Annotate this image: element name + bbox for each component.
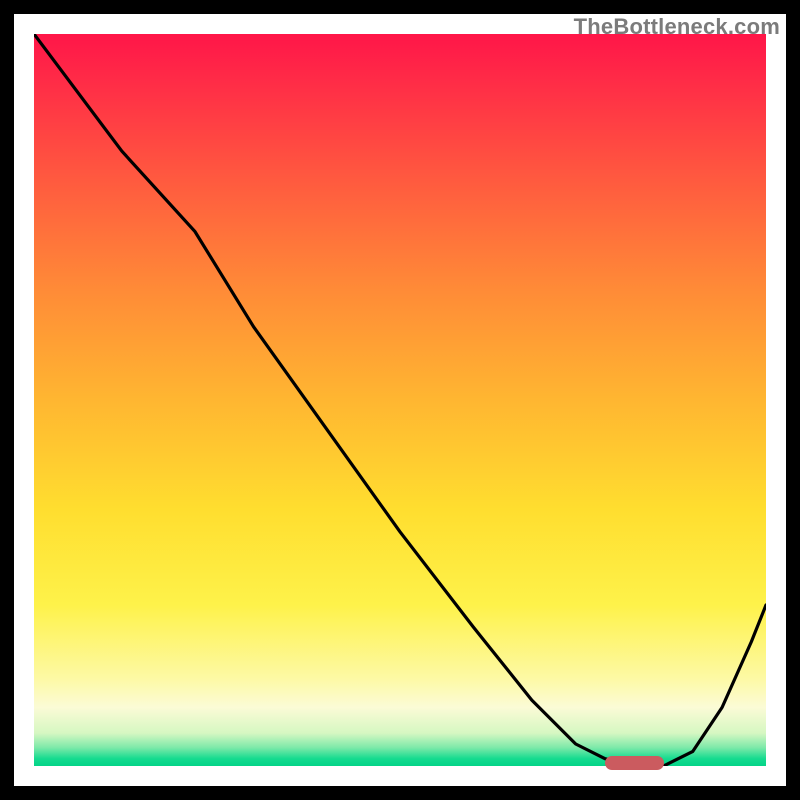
optimal-range-marker: [605, 756, 664, 770]
curve-path: [34, 34, 766, 766]
chart-frame: TheBottleneck.com: [14, 14, 786, 786]
plot-area: [34, 34, 766, 766]
attribution-label: TheBottleneck.com: [574, 14, 780, 40]
bottleneck-curve: [34, 34, 766, 766]
